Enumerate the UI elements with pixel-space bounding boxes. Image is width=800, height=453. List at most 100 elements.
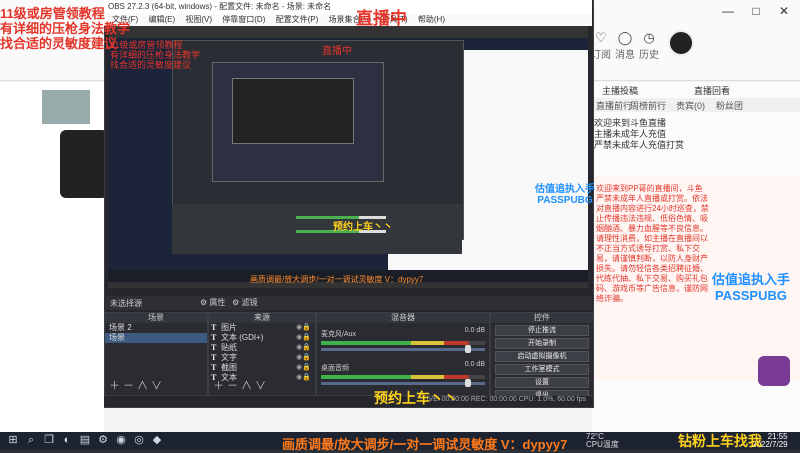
source-item[interactable]: T 文字 ◉🔒 <box>209 353 315 363</box>
nested-live-title: 直播中 <box>322 46 352 57</box>
tab-live-rank[interactable]: 直播前行 <box>596 99 632 112</box>
eye-lock-icon[interactable]: ◉🔒 <box>296 323 311 333</box>
eye-lock-icon[interactable]: ◉🔒 <box>296 363 311 373</box>
menu-edit[interactable]: 编辑(E) <box>148 14 175 26</box>
bottom-banner: 画质调最/放大调步/一对一调试灵敏度 V：dypyy7 <box>282 437 568 452</box>
channel-db: 0.0 dB <box>464 361 485 368</box>
source-list-buttons[interactable]: ＋－∧∨ <box>213 377 269 393</box>
nested-obs-docks <box>172 204 462 254</box>
source-toolbar <box>104 296 592 310</box>
volume-meter <box>321 341 485 345</box>
game-icon[interactable]: ◆ <box>150 433 164 447</box>
audio-mixer-dock: 混音器 麦克风/Aux 0.0 dB 桌面音频 0.0 dB <box>316 312 490 396</box>
notice-line: 主播未成年人充值 <box>594 129 667 139</box>
nested-valuable-overlay: 估值追执入手 PASSPUBG <box>535 184 595 206</box>
valuable-overlay: 估值追执入手 PASSPUBG <box>712 272 790 304</box>
studio-mode-button[interactable]: 工作室模式 <box>495 364 589 375</box>
source-item[interactable]: T 贴纸 ◉🔒 <box>209 343 315 353</box>
menu-view[interactable]: 视图(V) <box>185 14 212 26</box>
slider-handle[interactable] <box>465 345 471 353</box>
scene-list-buttons[interactable]: ＋－∧∨ <box>109 377 165 393</box>
start-recording-button[interactable]: 开始录制 <box>495 338 589 349</box>
close-button[interactable]: ✕ <box>770 0 798 22</box>
text-source-icon: T <box>211 343 217 352</box>
start-icon[interactable]: ⊞ <box>6 433 20 447</box>
valuable-line: 估值追执入手 <box>712 272 791 287</box>
dock-title: 控件 <box>491 313 593 323</box>
virtual-camera-button[interactable]: 启动虚拟摄像机 <box>495 351 589 362</box>
settings-button[interactable]: 设置 <box>495 377 589 388</box>
no-source-label: 未选择源 <box>110 299 142 308</box>
nested-valuable-line: 估值追执入手 <box>535 184 595 195</box>
eye-lock-icon[interactable]: ◉🔒 <box>296 373 311 383</box>
steam-icon[interactable]: ⚙ <box>96 433 110 447</box>
anchor-submit-button[interactable]: 主播投稿 <box>602 84 638 97</box>
obs-title: OBS 27.2.3 (64-bit, windows) - 配置文件: 未命名… <box>108 2 332 11</box>
obs-menu-bar: 文件(F) 编辑(E) 视图(V) 停靠窗口(D) 配置文件(P) 场景集合(S… <box>104 14 592 26</box>
system-notice: 欢迎来到PP哥的直播间，斗鱼严禁未成年人直播或打赏。依法对直播内容进行24小时巡… <box>596 184 709 303</box>
avatar[interactable] <box>668 30 694 56</box>
volume-slider[interactable] <box>321 345 485 353</box>
temperature-label: CPU温度 <box>586 440 619 449</box>
channel-name: 麦克风/Aux <box>321 331 357 338</box>
dock-title: 来源 <box>209 313 315 323</box>
anchor-logo <box>60 130 108 198</box>
dock-title: 混音器 <box>317 313 489 323</box>
replay-button[interactable]: 直播回看 <box>694 84 730 97</box>
stop-streaming-button[interactable]: 停止推流 <box>495 325 589 336</box>
obs-status-bar: LIVE: 00:00:00 REC: 00:00:00 CPU: 1.0%, … <box>104 396 592 406</box>
live-title: 直播中 <box>356 9 407 28</box>
menu-help[interactable]: 帮助(H) <box>418 14 445 26</box>
source-item[interactable]: T 文本 (GDI+) ◉🔒 <box>209 333 315 343</box>
search-icon[interactable]: ⌕ <box>24 433 38 447</box>
folder-icon[interactable]: ▤ <box>78 433 92 447</box>
record-icon: ◷ <box>643 30 655 45</box>
room-notice: 欢迎来到斗鱼直播 主播未成年人充值 严禁未成年人充值打赏 <box>594 118 684 151</box>
anchor-avatar-image[interactable] <box>42 90 90 124</box>
site-history[interactable]: ◷ 历史 <box>634 30 664 61</box>
notice-line: 严禁未成年人充值打赏 <box>594 140 685 150</box>
system-tray[interactable]: 72°C CPU温度 <box>586 433 619 449</box>
eye-lock-icon[interactable]: ◉🔒 <box>296 343 311 353</box>
filters-button[interactable]: ⚙ 滤镜 <box>232 298 257 307</box>
text-source-icon: T <box>211 323 217 332</box>
mixer-channel: 麦克风/Aux 0.0 dB <box>321 327 485 353</box>
source-item[interactable]: T 图片 ◉🔒 <box>209 323 315 333</box>
overlay-line: 有详细的压枪身法教学 <box>0 21 131 36</box>
browser-icon[interactable]: ◉ <box>114 433 128 447</box>
volume-meter <box>321 375 485 379</box>
nested-bottom-banner: 画质调最/放大调步/一对一调试灵敏度 V：dypyy7 <box>250 275 424 284</box>
tab-week-rank[interactable]: 周榜前行 <box>630 99 666 112</box>
nested-obs-preview-inner <box>232 78 354 144</box>
scene-item[interactable]: 场景 <box>105 333 207 343</box>
channel-db: 0.0 dB <box>464 327 485 334</box>
edge-icon[interactable]: ◐ <box>60 433 74 447</box>
nested-valuable-line: PASSPUBG <box>537 195 593 206</box>
text-source-icon: T <box>211 363 217 372</box>
source-item[interactable]: T 截图 ◉🔒 <box>209 363 315 373</box>
slider-handle[interactable] <box>465 379 471 387</box>
maximize-button[interactable]: □ <box>742 0 770 22</box>
tab-fans[interactable]: 粉丝团 <box>716 99 743 112</box>
menu-profile[interactable]: 配置文件(P) <box>276 14 319 26</box>
eye-lock-icon[interactable]: ◉🔒 <box>296 333 311 343</box>
obs-title-bar: OBS 27.2.3 (64-bit, windows) - 配置文件: 未命名… <box>104 0 592 14</box>
properties-button[interactable]: ⚙ 属性 <box>200 298 225 307</box>
source-label: 文字 <box>221 353 237 362</box>
text-source-icon: T <box>211 353 217 362</box>
nested-preround-text: 预约上车丶丶 <box>333 222 393 233</box>
site-icon-label: 历史 <box>639 50 659 61</box>
channel-name: 桌面音频 <box>321 365 349 372</box>
task-view-icon[interactable]: ❐ <box>42 433 56 447</box>
dock-title: 场景 <box>105 313 207 323</box>
tab-vip[interactable]: 贵宾(0) <box>676 99 705 112</box>
overlay-line: 11级或房管领教程 <box>0 6 105 21</box>
eye-lock-icon[interactable]: ◉🔒 <box>296 353 311 363</box>
obs-icon[interactable]: ◎ <box>132 433 146 447</box>
scene-item[interactable]: 场景 2 <box>105 323 207 333</box>
volume-slider[interactable] <box>321 379 485 387</box>
menu-docks[interactable]: 停靠窗口(D) <box>222 14 265 26</box>
mixer-channel: 桌面音频 0.0 dB <box>321 361 485 387</box>
text-source-icon: T <box>211 333 217 342</box>
minimize-button[interactable]: — <box>714 0 742 22</box>
